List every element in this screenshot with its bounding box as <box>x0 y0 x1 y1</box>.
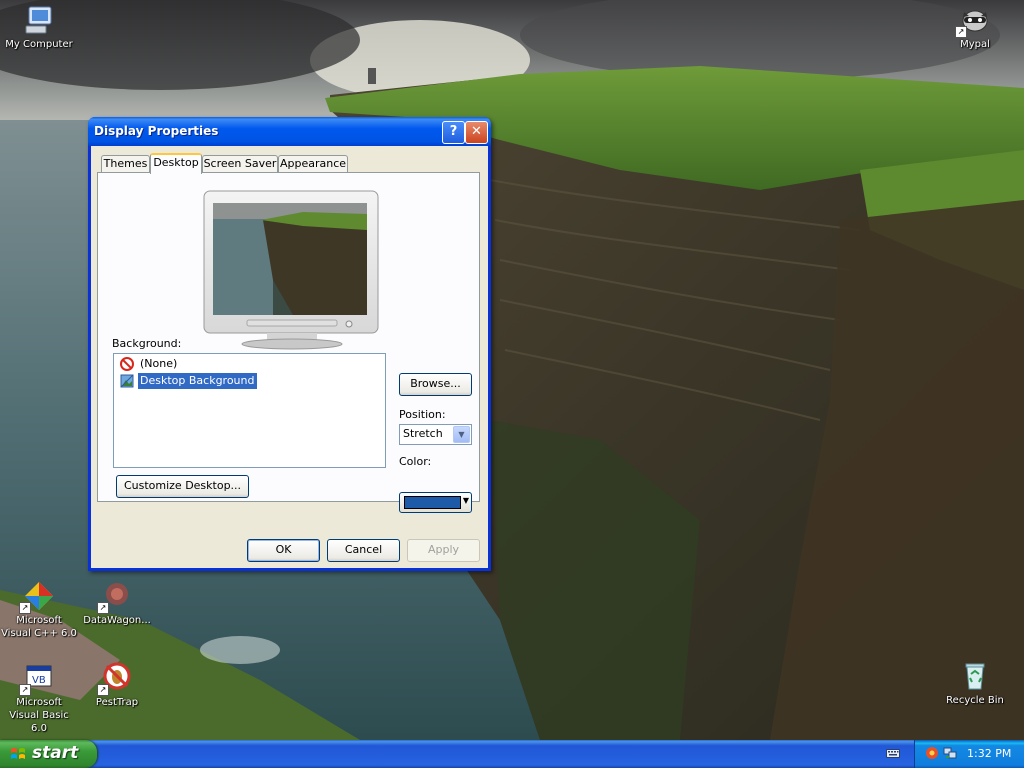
chevron-down-icon: ▼ <box>462 496 469 505</box>
list-item-label: Desktop Background <box>137 372 258 390</box>
visual-basic-icon: VB ↗ <box>19 662 55 696</box>
desktop-icon-datawagon[interactable]: ↗ DataWagon... <box>78 580 156 627</box>
dialog-title: Display Properties <box>94 124 219 138</box>
taskbar: start <box>0 740 1024 768</box>
desktop-icon-my-computer[interactable]: My Computer <box>0 4 78 51</box>
help-button[interactable]: ? <box>442 121 465 144</box>
bitmap-icon <box>120 374 134 388</box>
color-label: Color: <box>399 455 432 468</box>
browse-button[interactable]: Browse... <box>399 373 472 396</box>
display-properties-dialog: Display Properties ? ✕ Themes Desktop Sc… <box>88 117 491 571</box>
color-swatch <box>404 496 461 509</box>
desktop-tab-panel: Background: (None) Desktop Background Br… <box>97 172 480 513</box>
tab-appearance[interactable]: Appearance <box>278 155 348 172</box>
datawagon-icon: ↗ <box>97 580 133 614</box>
raccoon-icon: ↗ <box>955 4 991 38</box>
tab-themes[interactable]: Themes <box>101 155 150 172</box>
customize-desktop-button[interactable]: Customize Desktop... <box>116 475 249 498</box>
dialog-titlebar[interactable]: Display Properties ? ✕ <box>88 117 491 146</box>
desktop-icon-label: Microsoft Visual C++ 6.0 <box>1 615 77 639</box>
clock[interactable]: 1:32 PM <box>967 747 1011 760</box>
desktop-icon-label: My Computer <box>5 39 73 50</box>
desktop-icon-visual-basic[interactable]: VB ↗ Microsoft Visual Basic 6.0 <box>0 662 78 735</box>
shortcut-arrow-icon: ↗ <box>97 602 109 614</box>
start-button[interactable]: start <box>0 740 97 768</box>
network-icon[interactable] <box>943 746 957 760</box>
help-icon: ? <box>449 124 458 139</box>
cancel-button[interactable]: Cancel <box>327 539 400 562</box>
keyboard-icon[interactable] <box>886 747 900 760</box>
tab-screen-saver[interactable]: Screen Saver <box>202 155 278 172</box>
desktop-icon-visual-cpp[interactable]: ↗ Microsoft Visual C++ 6.0 <box>0 580 78 640</box>
ok-button[interactable]: OK <box>247 539 320 562</box>
list-item-label: (None) <box>140 357 178 370</box>
color-picker-button[interactable]: ▼ <box>399 492 472 513</box>
no-entry-icon <box>120 357 134 371</box>
desktop-icon-pesttrap[interactable]: ↗ PestTrap <box>78 662 156 709</box>
close-icon: ✕ <box>471 124 482 139</box>
desktop-icon-label: PestTrap <box>95 697 139 708</box>
shortcut-arrow-icon: ↗ <box>19 602 31 614</box>
background-listbox[interactable]: (None) Desktop Background <box>113 353 386 468</box>
security-alert-icon[interactable] <box>925 746 939 760</box>
position-value: Stretch <box>403 427 443 440</box>
monitor-preview <box>203 190 381 350</box>
recycle-bin-icon <box>959 660 991 692</box>
my-computer-icon <box>23 4 55 36</box>
shortcut-arrow-icon: ↗ <box>19 684 31 696</box>
shortcut-arrow-icon: ↗ <box>955 26 967 38</box>
desktop-icon-label: DataWagon... <box>83 615 151 626</box>
svg-text:VB: VB <box>32 675 46 686</box>
close-button[interactable]: ✕ <box>465 121 488 144</box>
tab-desktop[interactable]: Desktop <box>150 153 202 174</box>
background-label: Background: <box>112 337 182 350</box>
position-label: Position: <box>399 408 446 421</box>
pesttrap-icon: ↗ <box>97 662 133 696</box>
start-label: start <box>32 743 79 763</box>
desktop-icon-recycle-bin[interactable]: Recycle Bin <box>936 660 1014 707</box>
desktop-icon-label: Microsoft Visual Basic 6.0 <box>9 697 69 734</box>
desktop-icon-mypal[interactable]: ↗ Mypal <box>936 4 1014 51</box>
shortcut-arrow-icon: ↗ <box>97 684 109 696</box>
visual-cpp-icon: ↗ <box>19 580 55 614</box>
windows-logo-icon <box>10 746 26 762</box>
apply-button[interactable]: Apply <box>407 539 480 562</box>
position-select[interactable]: Stretch ▼ <box>399 424 472 445</box>
system-tray: 1:32 PM <box>914 740 1024 768</box>
desktop-icon-label: Mypal <box>960 39 990 50</box>
desktop-icon-label: Recycle Bin <box>946 695 1004 706</box>
dialog-client: Themes Desktop Screen Saver Appearance B… <box>91 146 488 568</box>
chevron-down-icon[interactable]: ▼ <box>453 426 470 443</box>
